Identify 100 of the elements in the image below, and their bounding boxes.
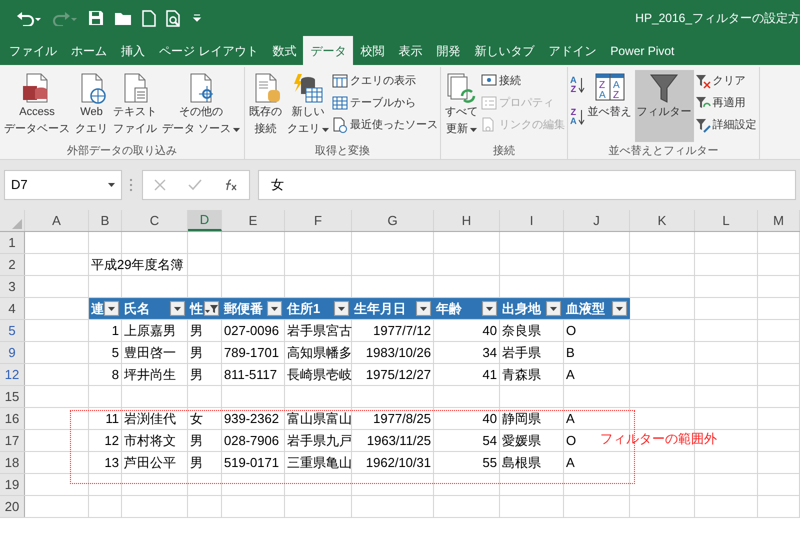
table-cell-text: O bbox=[566, 322, 576, 340]
table-cell-text: 028-7906 bbox=[224, 432, 279, 450]
ribbon-small-button[interactable]: クリア bbox=[694, 70, 757, 92]
ribbon-small-button[interactable]: クエリの表示 bbox=[332, 70, 438, 92]
ribbon-small-button[interactable]: 再適用 bbox=[694, 92, 757, 114]
ribbon-button[interactable]: すべて 更新 bbox=[443, 70, 480, 142]
ribbon-tab[interactable]: ファイル bbox=[2, 36, 64, 65]
ribbon-tab[interactable]: Power Pivot bbox=[603, 36, 682, 65]
filter-dropdown-button[interactable] bbox=[416, 301, 431, 316]
filter-dropdown-button[interactable] bbox=[170, 301, 185, 316]
row-header[interactable]: 17 bbox=[0, 430, 25, 451]
column-header[interactable]: G bbox=[352, 210, 434, 231]
column-header[interactable]: A bbox=[25, 210, 89, 231]
folder-icon[interactable] bbox=[114, 10, 132, 26]
table-cell-text: 40 bbox=[482, 322, 497, 340]
ribbon-small-button[interactable]: 接続 bbox=[481, 70, 566, 92]
table-cell-text: 島根県 bbox=[502, 454, 541, 472]
ribbon-tab[interactable]: 校閲 bbox=[353, 36, 392, 65]
ribbon-button[interactable]: テキスト ファイル bbox=[111, 70, 159, 142]
table-cell-text: 男 bbox=[190, 344, 203, 362]
sort-ascending-button[interactable]: A Z bbox=[570, 76, 585, 94]
ribbon-tab[interactable]: ホーム bbox=[64, 36, 114, 65]
ribbon-button[interactable]: 新しい クエリ bbox=[285, 70, 332, 142]
table-header-cell: 年齢 bbox=[434, 298, 500, 319]
group-label: 接続 bbox=[492, 144, 516, 159]
save-icon[interactable] bbox=[88, 10, 104, 26]
filter-dropdown-button[interactable] bbox=[334, 301, 349, 316]
table-cell-text: 男 bbox=[190, 322, 203, 340]
filter-dropdown-button[interactable] bbox=[104, 301, 119, 316]
window-title: HP_2016_フィルターの設定方 bbox=[635, 10, 800, 27]
ribbon-button[interactable]: 既存の 接続 bbox=[247, 70, 284, 142]
check-icon[interactable] bbox=[188, 179, 202, 191]
row-header[interactable]: 18 bbox=[0, 452, 25, 473]
filter-funnel-icon bbox=[648, 72, 680, 104]
row-header[interactable]: 1 bbox=[0, 232, 25, 253]
formula-field[interactable]: 女 bbox=[258, 170, 796, 200]
ribbon-button[interactable]: Web クエリ bbox=[73, 70, 110, 142]
column-header[interactable]: E bbox=[222, 210, 285, 231]
sort-descending-button[interactable]: Z A bbox=[570, 108, 585, 126]
table-cell-text: 青森県 bbox=[502, 366, 541, 384]
row-header[interactable]: 3 bbox=[0, 276, 25, 297]
table-cell-text: 芦田公平 bbox=[124, 454, 176, 472]
table-cell-text: O bbox=[566, 432, 576, 450]
filter-dropdown-button[interactable] bbox=[267, 301, 282, 316]
table-cell-text: B bbox=[566, 344, 575, 362]
table-header-cell: 性 bbox=[188, 298, 222, 319]
sheet-title: 平成29年度名簿 bbox=[91, 256, 184, 274]
filter-dropdown-button[interactable] bbox=[546, 301, 561, 316]
row-header[interactable]: 4 bbox=[0, 298, 25, 319]
column-header[interactable]: K bbox=[630, 210, 695, 231]
table-cell-text: A bbox=[566, 366, 575, 384]
ribbon-button[interactable]: Z A A Z 並べ替え bbox=[586, 70, 634, 142]
print-preview-icon[interactable] bbox=[166, 10, 182, 26]
column-header[interactable]: F bbox=[285, 210, 352, 231]
row-header[interactable]: 20 bbox=[0, 496, 25, 517]
ribbon-tab[interactable]: アドイン bbox=[541, 36, 604, 65]
column-header[interactable]: I bbox=[500, 210, 564, 231]
ribbon-tab[interactable]: 数式 bbox=[265, 36, 304, 65]
table-cell-text: 奈良県 bbox=[502, 322, 541, 340]
ribbon-tab[interactable]: 開発 bbox=[429, 36, 468, 65]
column-header[interactable]: B bbox=[89, 210, 122, 231]
row-header[interactable]: 16 bbox=[0, 408, 25, 429]
table-cell-text: 13 bbox=[104, 454, 119, 472]
ribbon-small-button[interactable]: 最近使ったソース bbox=[332, 114, 438, 136]
filter-dropdown-button[interactable] bbox=[612, 301, 627, 316]
row-header[interactable]: 15 bbox=[0, 386, 25, 407]
ribbon-button[interactable]: フィルター bbox=[634, 70, 694, 142]
table-cell-text: 三重県亀山 bbox=[287, 454, 352, 472]
table-cell-text: 愛媛県 bbox=[502, 432, 541, 450]
table-cell-text: 長崎県壱岐 bbox=[287, 366, 352, 384]
ribbon-button[interactable]: Access データベース bbox=[2, 70, 72, 142]
new-document-icon[interactable] bbox=[142, 10, 156, 26]
row-header[interactable]: 9 bbox=[0, 342, 25, 363]
ribbon-small-button[interactable]: 詳細設定 bbox=[694, 114, 757, 136]
table-cell-text: 岩手県 bbox=[502, 344, 541, 362]
insert-function-icon[interactable] bbox=[224, 179, 238, 191]
row-header[interactable]: 5 bbox=[0, 320, 25, 341]
name-box[interactable]: D7 bbox=[4, 170, 122, 200]
table-cell-text: 5 bbox=[112, 344, 119, 362]
ribbon-tab[interactable]: 新しいタブ bbox=[467, 36, 542, 65]
row-header[interactable]: 12 bbox=[0, 364, 25, 385]
undo-icon[interactable] bbox=[16, 10, 42, 26]
ribbon-tab[interactable]: 表示 bbox=[391, 36, 430, 65]
column-header[interactable]: H bbox=[434, 210, 500, 231]
row-header[interactable]: 19 bbox=[0, 474, 25, 495]
column-header[interactable]: M bbox=[758, 210, 800, 231]
table-header-cell: 生年月日 bbox=[352, 298, 434, 319]
customize-icon[interactable] bbox=[192, 13, 202, 23]
ribbon-button[interactable]: その他の データ ソース bbox=[160, 70, 242, 142]
column-header[interactable]: J bbox=[564, 210, 630, 231]
row-header[interactable]: 2 bbox=[0, 254, 25, 275]
ribbon-tab[interactable]: ページ レイアウト bbox=[152, 36, 266, 65]
filter-dropdown-button[interactable] bbox=[482, 301, 497, 316]
table-cell-text: 12 bbox=[104, 432, 119, 450]
ribbon-tab[interactable]: 挿入 bbox=[114, 36, 152, 65]
column-header[interactable]: D bbox=[188, 210, 222, 231]
table-cell-text: 坪井尚生 bbox=[124, 366, 176, 384]
ribbon-small-button[interactable]: テーブルから bbox=[332, 92, 438, 114]
ribbon-tab[interactable]: データ bbox=[303, 36, 354, 65]
column-header[interactable]: L bbox=[695, 210, 758, 231]
